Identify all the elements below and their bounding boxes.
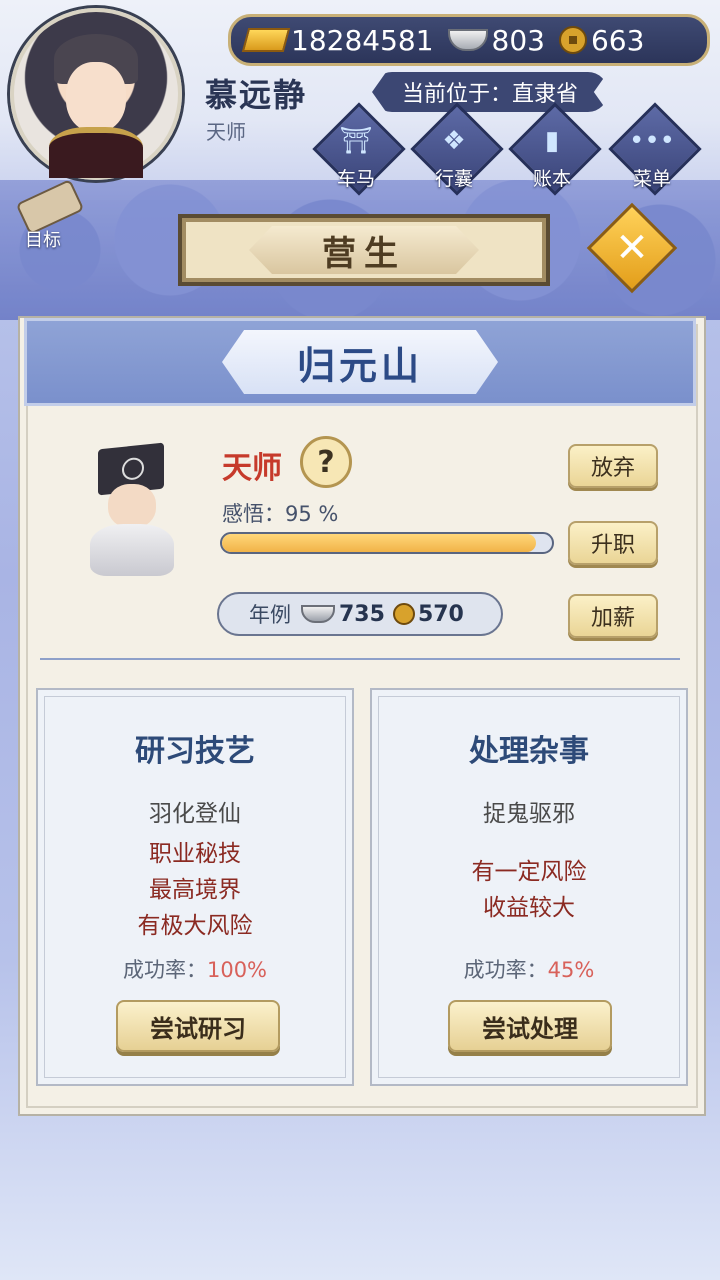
close-icon: ✕ <box>615 225 649 271</box>
success-rate: 成功率：45% <box>463 958 595 982</box>
help-button[interactable]: ? <box>300 436 352 488</box>
screen-title-banner: 营生 <box>178 214 550 286</box>
taoist-character-portrait <box>84 440 184 580</box>
location-label: 当前位于：直隶省 <box>372 72 608 112</box>
annual-salary: 年例 735 570 <box>217 592 503 636</box>
insight-progress-fill <box>222 534 536 552</box>
raise-salary-button[interactable]: 加薪 <box>568 594 658 638</box>
screen-title: 营生 <box>249 226 479 274</box>
resource-bar: 18284581 803 663 <box>228 14 710 66</box>
copper-coin-icon <box>558 26 587 54</box>
study-skill-card: 研习技艺 羽化登仙 职业秘技 最高境界 有极大风险 成功率：100% 尝试研习 <box>36 688 354 1086</box>
divider <box>40 658 680 660</box>
carriage-label: 车马 <box>336 168 375 190</box>
place-name: 归元山 <box>222 330 498 394</box>
avatar-face <box>66 62 126 132</box>
handle-errands-card: 处理杂事 捉鬼驱邪 有一定风险 收益较大 成功率：45% 尝试处理 <box>370 688 688 1086</box>
success-rate: 成功率：100% <box>122 958 268 982</box>
abandon-button[interactable]: 放弃 <box>568 444 658 488</box>
success-rate-value: 100% <box>206 958 268 982</box>
target-button[interactable]: 目标 <box>12 178 85 251</box>
promote-button[interactable]: 升职 <box>568 521 658 565</box>
menu-button[interactable]: ••• 菜单 <box>608 102 702 196</box>
card-line: 最高境界 <box>149 877 241 903</box>
menu-label: 菜单 <box>632 168 671 190</box>
silver-ingot-icon <box>301 605 335 623</box>
player-avatar[interactable] <box>10 8 182 180</box>
insight-value: 95 % <box>285 502 339 526</box>
card-line: 有一定风险 <box>471 859 587 885</box>
more-dots-icon: ••• <box>628 126 675 156</box>
carriage-button[interactable]: ⛩ 车马 <box>312 102 406 196</box>
bag-icon: ❖ <box>442 126 466 156</box>
insight-progress-bar <box>220 532 554 554</box>
silver-amount: 803 <box>491 23 545 57</box>
gold-amount: 18284581 <box>291 23 434 57</box>
card-line: 羽化登仙 <box>149 801 241 827</box>
player-name: 慕远静 <box>205 76 308 114</box>
card-title: 研习技艺 <box>135 734 255 769</box>
coin-amount: 663 <box>590 23 645 57</box>
card-line: 有极大风险 <box>137 913 253 939</box>
salary-label: 年例 <box>249 603 291 627</box>
carriage-icon: ⛩ <box>339 126 373 156</box>
salary-silver: 735 <box>339 601 385 627</box>
card-line: 收益较大 <box>483 895 575 921</box>
try-study-button[interactable]: 尝试研习 <box>116 1000 280 1052</box>
player-title: 天师 <box>206 120 246 144</box>
card-line: 捉鬼驱邪 <box>483 801 575 827</box>
avatar-robe <box>49 127 143 178</box>
gold-ingot-icon <box>241 28 291 52</box>
card-line: 职业秘技 <box>149 841 241 867</box>
target-label: 目标 <box>25 230 61 251</box>
card-title: 处理杂事 <box>469 734 589 769</box>
success-rate-value: 45% <box>547 958 595 982</box>
ledger-label: 账本 <box>532 168 571 190</box>
silver-ingot-icon <box>447 29 488 51</box>
job-name: 天师 <box>222 451 282 486</box>
insight-text: 感悟：95 % <box>222 502 339 526</box>
try-handle-button[interactable]: 尝试处理 <box>448 1000 612 1052</box>
copper-coin-icon <box>392 603 415 625</box>
ledger-icon: ▮ <box>544 126 560 156</box>
bag-button[interactable]: ❖ 行囊 <box>410 102 504 196</box>
salary-coins: 570 <box>417 601 464 627</box>
bag-label: 行囊 <box>434 168 473 190</box>
ledger-button[interactable]: ▮ 账本 <box>508 102 602 196</box>
